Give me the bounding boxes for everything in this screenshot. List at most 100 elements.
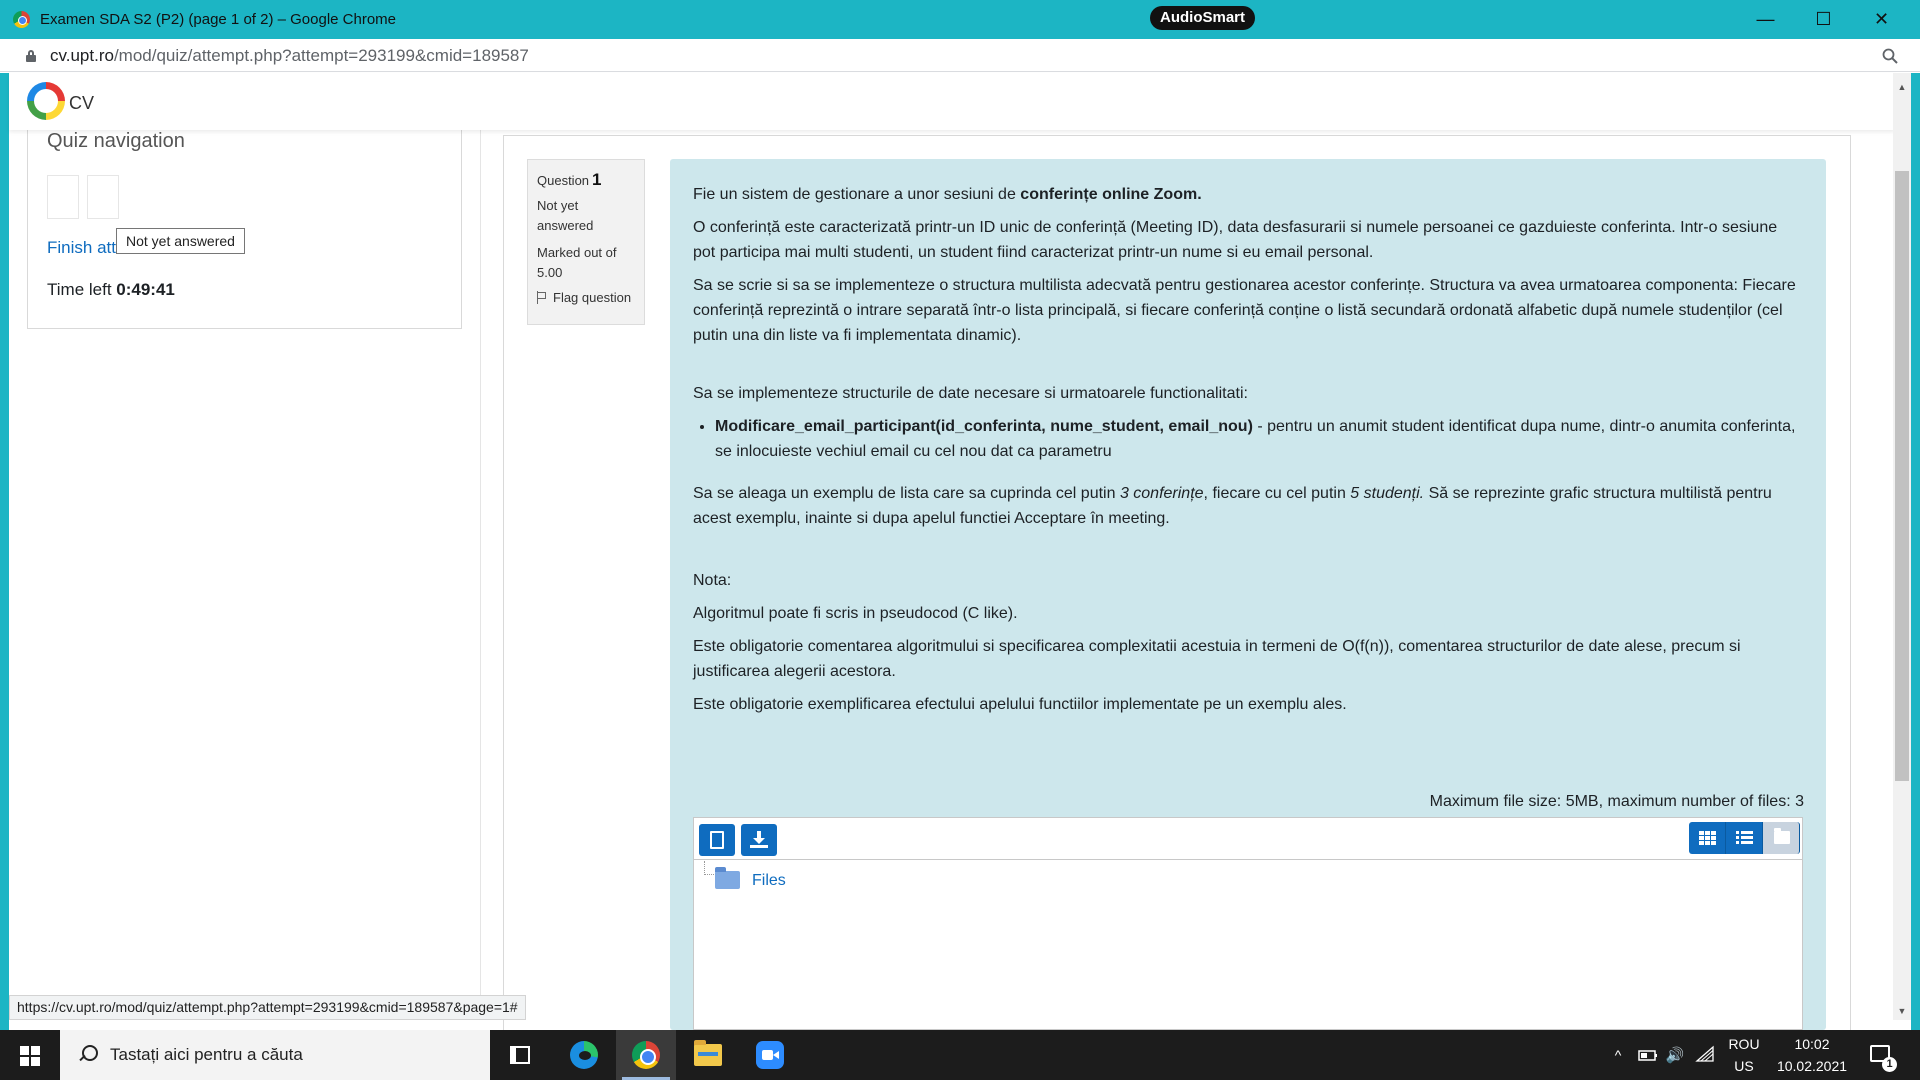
scroll-down-icon[interactable]: ▼ [1893, 1003, 1911, 1020]
quiz-navigation-heading: Quiz navigation [47, 130, 185, 152]
audiosmart-badge[interactable]: AudioSmart [1150, 6, 1256, 30]
file-manager-toolbar [694, 818, 1802, 860]
question-text-area: Fie un sistem de gestionare a unor sesiu… [670, 159, 1826, 1030]
chrome-icon [632, 1041, 660, 1069]
site-name[interactable]: CV [69, 93, 94, 114]
question-text-run: , fiecare cu cel putin [1203, 485, 1351, 502]
file-manager[interactable]: Files [693, 817, 1803, 1030]
question-number: Question 1 [537, 170, 635, 190]
input-language[interactable]: ROU US [1724, 1033, 1764, 1077]
question-label: Question [537, 173, 590, 188]
clock-time: 10:02 [1794, 1036, 1830, 1052]
close-button[interactable]: ✕ [1853, 0, 1910, 39]
folder-icon [1774, 828, 1790, 844]
flag-question-button[interactable]: Flag question [537, 290, 635, 305]
view-tree-button[interactable] [1763, 822, 1800, 854]
question-text-run: Fie un sistem de gestionare a unor sesiu… [693, 186, 1021, 203]
url-host: cv.upt.ro [50, 46, 114, 65]
column-divider [480, 130, 481, 1020]
quiz-nav-question-1[interactable] [47, 175, 79, 219]
site-header: CV [9, 73, 1895, 130]
zoom-app-icon [756, 1041, 784, 1069]
add-file-button[interactable] [699, 824, 735, 856]
zoom-taskbar-button[interactable] [740, 1030, 800, 1080]
scroll-up-icon[interactable]: ▲ [1893, 79, 1911, 96]
grid-icon [1699, 831, 1716, 845]
time-left-value: 0:49:41 [116, 280, 175, 299]
question-paragraph: Este obligatorie comentarea algoritmului… [693, 638, 1741, 680]
window-title: Examen SDA S2 (P2) (page 1 of 2) – Googl… [40, 11, 397, 28]
clock[interactable]: 10:02 10.02.2021 [1768, 1033, 1856, 1077]
question-text-bold: conferințe online Zoom. [1020, 186, 1202, 203]
tray-chevron-icon[interactable]: ^ [1606, 1030, 1630, 1080]
function-signature: Modificare_email_participant(id_conferin… [715, 418, 1253, 435]
taskbar: Tastați aici pentru a căuta ^ 🔊 ROU US 1… [0, 1030, 1920, 1080]
finish-attempt-link[interactable]: Finish attempt ... [47, 238, 117, 258]
question-paragraph: Sa se implementeze structurile de date n… [693, 385, 1248, 402]
search-placeholder: Tastați aici pentru a căuta [110, 1045, 303, 1064]
site-logo-icon[interactable] [27, 82, 65, 120]
question-paragraph: Algoritmul poate fi scris in pseudocod (… [693, 605, 1018, 622]
volume-icon[interactable]: 🔊 [1662, 1030, 1688, 1080]
edge-taskbar-button[interactable] [554, 1030, 614, 1080]
time-left: Time left 0:49:41 [47, 280, 175, 300]
address-bar[interactable]: cv.upt.ro/mod/quiz/attempt.php?attempt=2… [0, 39, 1920, 72]
wifi-icon[interactable] [1695, 1045, 1715, 1063]
nav-tooltip: Not yet answered [116, 228, 245, 254]
question-text-italic: 5 studenți. [1350, 485, 1425, 502]
file-icon [710, 831, 724, 849]
question-paragraph: Sa se aleaga un exemplu de lista care sa… [693, 481, 1803, 531]
minimize-button[interactable]: — [1737, 0, 1794, 39]
battery-icon[interactable] [1636, 1047, 1658, 1063]
list-icon [1736, 831, 1753, 845]
page-scrollbar[interactable]: ▲ ▼ [1893, 73, 1911, 1020]
scroll-thumb[interactable] [1895, 171, 1909, 781]
task-view-button[interactable] [490, 1030, 550, 1080]
folder-icon[interactable] [715, 867, 740, 889]
question-paragraph: Este obligatorie exemplificarea efectulu… [693, 696, 1347, 713]
lock-icon[interactable] [26, 50, 36, 62]
flag-icon [537, 291, 547, 304]
download-all-button[interactable] [741, 824, 777, 856]
question-paragraph: Sa se scrie si sa se implementeze o stru… [693, 277, 1796, 344]
question-text: Fie un sistem de gestionare a unor sesiu… [693, 182, 1803, 725]
file-explorer-taskbar-button[interactable] [678, 1030, 738, 1080]
question-number-value: 1 [592, 170, 602, 189]
chrome-taskbar-button[interactable] [616, 1030, 676, 1080]
question-grade: Marked out of 5.00 [537, 245, 617, 280]
status-url: https://cv.upt.ro/mod/quiz/attempt.php?a… [9, 995, 526, 1020]
search-icon [78, 1045, 98, 1065]
function-list: Modificare_email_participant(id_conferin… [715, 414, 1803, 464]
windows-start-icon[interactable] [20, 1046, 40, 1066]
quiz-nav-question-2[interactable] [87, 175, 119, 219]
view-mode-group [1689, 822, 1800, 854]
question-state: Not yet answered [537, 198, 594, 233]
time-left-label: Time left [47, 280, 112, 299]
file-limits: Maximum file size: 5MB, maximum number o… [1429, 793, 1804, 810]
url-path: /mod/quiz/attempt.php?attempt=293199&cmi… [113, 46, 529, 65]
task-view-icon [510, 1046, 530, 1064]
nota-heading: Nota: [693, 572, 732, 589]
question-paragraph: O conferință este caracterizată printr-u… [693, 219, 1778, 261]
title-bar: Examen SDA S2 (P2) (page 1 of 2) – Googl… [0, 0, 1920, 39]
zoom-icon[interactable] [1882, 48, 1898, 64]
flag-question-label: Flag question [553, 290, 632, 305]
view-icons-button[interactable] [1689, 822, 1726, 854]
taskbar-search[interactable]: Tastați aici pentru a căuta [60, 1030, 490, 1080]
tree-connector [704, 861, 714, 875]
download-icon [750, 831, 768, 849]
notification-count: 1 [1882, 1057, 1897, 1072]
maximize-button[interactable]: ☐ [1795, 0, 1852, 39]
clock-date: 10.02.2021 [1776, 1058, 1848, 1074]
list-item: Modificare_email_participant(id_conferin… [715, 414, 1803, 464]
view-details-button[interactable] [1726, 822, 1763, 854]
url-text[interactable]: cv.upt.ro/mod/quiz/attempt.php?attempt=2… [50, 46, 529, 66]
edge-icon [570, 1041, 598, 1069]
chrome-icon [13, 11, 30, 28]
files-folder-link[interactable]: Files [752, 872, 786, 890]
keyboard-layout: US [1734, 1058, 1754, 1074]
question-info: Question 1 Not yet answered Marked out of… [527, 159, 645, 325]
question-paragraph: Fie un sistem de gestionare a unor sesiu… [693, 182, 1803, 207]
file-explorer-icon [694, 1040, 722, 1066]
question-text-run: Sa se aleaga un exemplu de lista care sa… [693, 485, 1120, 502]
